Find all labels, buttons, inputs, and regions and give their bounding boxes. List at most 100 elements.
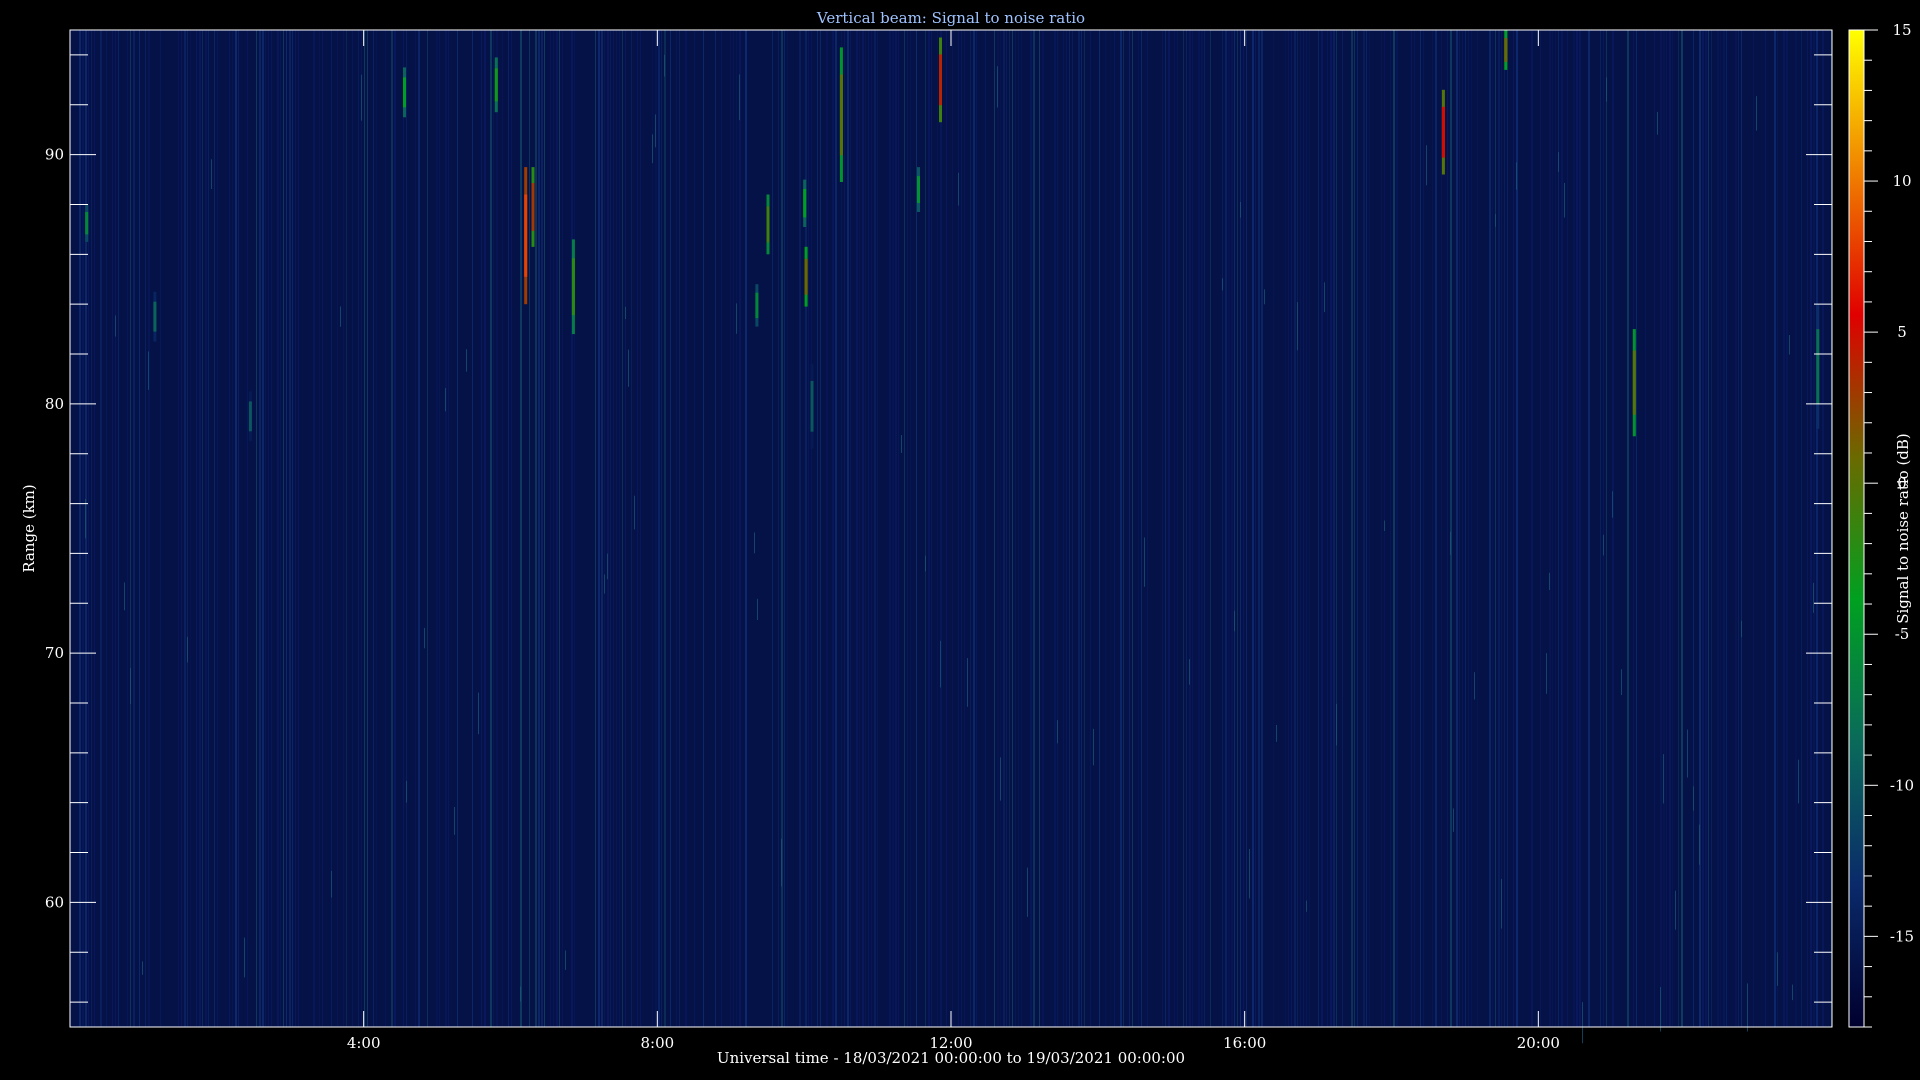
noise-streak <box>907 30 908 1027</box>
noise-streak <box>106 30 107 1027</box>
noise-blip <box>1306 900 1307 912</box>
noise-streak <box>973 30 975 1027</box>
noise-streak <box>448 30 449 1027</box>
noise-streak <box>391 30 393 1027</box>
noise-blip <box>1699 824 1700 865</box>
noise-blip <box>736 303 737 334</box>
noise-streak <box>1414 30 1415 1027</box>
noise-streak <box>1354 30 1355 1027</box>
noise-streak <box>931 30 932 1027</box>
noise-streak <box>1705 30 1707 1027</box>
noise-blip <box>1264 289 1265 305</box>
noise-streak <box>721 30 722 1027</box>
noise-streak <box>1351 30 1353 1027</box>
noise-streak <box>1633 30 1634 1027</box>
noise-streak <box>1459 30 1460 1027</box>
noise-streak <box>1468 30 1469 1027</box>
noise-blip <box>361 74 362 121</box>
noise-blip <box>1693 786 1694 811</box>
noise-blip <box>1777 952 1778 986</box>
noise-streak <box>1321 30 1323 1027</box>
noise-streak <box>772 30 773 1027</box>
noise-streak <box>832 30 834 1027</box>
noise-streak <box>1342 30 1343 1027</box>
x-tick-label: 4:00 <box>347 1034 381 1052</box>
noise-streak <box>1147 30 1148 1027</box>
noise-streak <box>1672 30 1673 1027</box>
noise-streak <box>1183 30 1184 1027</box>
noise-streak <box>805 30 807 1027</box>
noise-streak <box>1726 30 1727 1027</box>
noise-blip <box>1789 335 1790 355</box>
noise-streak <box>1795 30 1797 1027</box>
noise-streak <box>1489 30 1491 1027</box>
noise-streak <box>148 30 150 1027</box>
noise-streak <box>313 30 315 1027</box>
noise-streak <box>946 30 947 1027</box>
noise-streak <box>655 30 657 1027</box>
y-tick-label: 70 <box>45 644 64 662</box>
noise-streak <box>1603 30 1604 1027</box>
noise-streak <box>367 30 368 1027</box>
snr-event-core <box>755 292 759 319</box>
noise-streak <box>373 30 374 1027</box>
noise-streak <box>1447 30 1448 1027</box>
noise-streak <box>550 30 551 1027</box>
noise-streak <box>1390 30 1391 1027</box>
chart-title: Vertical beam: Signal to noise ratio <box>816 9 1085 27</box>
noise-blip <box>739 74 740 121</box>
noise-streak <box>1072 30 1073 1027</box>
noise-blip <box>1798 759 1799 804</box>
y-tick-label: 80 <box>45 395 64 413</box>
noise-blip <box>1558 152 1559 172</box>
noise-blip <box>340 306 341 327</box>
noise-streak <box>529 30 530 1027</box>
noise-blip <box>1621 669 1622 696</box>
noise-streak <box>1573 30 1575 1027</box>
noise-streak <box>1702 30 1704 1027</box>
noise-streak <box>1612 30 1614 1027</box>
noise-streak <box>1396 30 1398 1027</box>
noise-streak <box>256 30 257 1027</box>
noise-streak <box>1393 30 1395 1027</box>
noise-streak <box>1165 30 1166 1027</box>
noise-streak <box>799 30 801 1027</box>
noise-streak <box>1735 30 1737 1027</box>
noise-blip <box>1276 725 1277 742</box>
noise-streak <box>1783 30 1785 1027</box>
noise-blip <box>1564 182 1565 218</box>
noise-streak <box>826 30 828 1027</box>
noise-blip <box>1324 282 1325 313</box>
x-tick-label: 8:00 <box>640 1034 674 1052</box>
noise-streak <box>214 30 215 1027</box>
noise-blip <box>901 435 902 453</box>
noise-blip <box>148 351 149 390</box>
noise-streak <box>1492 30 1493 1027</box>
noise-streak <box>1294 30 1296 1027</box>
noise-streak <box>520 30 522 1027</box>
noise-streak <box>820 30 821 1027</box>
noise-streak <box>277 30 279 1027</box>
noise-streak <box>916 30 917 1027</box>
noise-streak <box>484 30 486 1027</box>
noise-streak <box>1810 30 1812 1027</box>
noise-streak <box>91 30 92 1027</box>
noise-streak <box>1561 30 1563 1027</box>
noise-streak <box>1222 30 1223 1027</box>
colorbar-tick-label: 5 <box>1897 323 1907 341</box>
noise-streak <box>1114 30 1115 1027</box>
noise-blip <box>454 807 455 835</box>
noise-streak <box>82 30 84 1027</box>
noise-streak <box>130 30 131 1027</box>
noise-blip <box>187 636 188 663</box>
noise-streak <box>79 30 81 1027</box>
noise-streak <box>133 30 135 1027</box>
noise-streak <box>145 30 146 1027</box>
snr-event-core <box>810 380 814 432</box>
noise-streak <box>1084 30 1085 1027</box>
noise-streak <box>844 30 845 1027</box>
noise-streak <box>427 30 428 1027</box>
noise-streak <box>1504 30 1505 1027</box>
noise-streak <box>1666 30 1667 1027</box>
noise-streak <box>937 30 938 1027</box>
